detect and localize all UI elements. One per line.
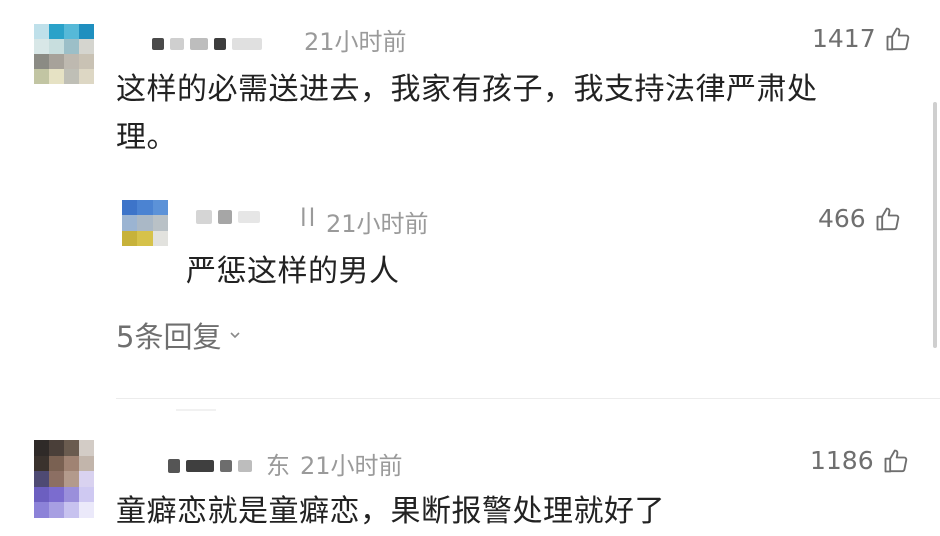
comment-2: 东 21小时前 1186 童癖恋就是童癖恋，果断报警处理就好了 <box>0 420 940 536</box>
reply-1: ll 21小时前 466 严惩这样的男人 <box>0 180 940 300</box>
chevron-down-icon <box>230 332 241 339</box>
thumbs-up-icon <box>886 27 909 50</box>
divider <box>176 409 216 411</box>
reply-prefix: ll <box>300 204 318 232</box>
like-count: 466 <box>818 204 866 233</box>
like-button[interactable]: 1186 <box>810 446 910 475</box>
thumbs-up-icon <box>876 207 899 230</box>
username-blurred[interactable] <box>152 30 262 58</box>
comment-1: 21小时前 1417 这样的必需送进去，我家有孩子，我支持法律严肃处 理。 <box>0 0 940 180</box>
like-count: 1186 <box>810 446 874 475</box>
comment-text-line-2: 理。 <box>116 120 177 155</box>
comment-text: 童癖恋就是童癖恋，果断报警处理就好了 <box>116 494 665 529</box>
like-button[interactable]: 1417 <box>812 24 912 53</box>
ip-location: 东 <box>266 452 290 480</box>
comment-time: 21小时前 <box>300 452 403 480</box>
reply-text: 严惩这样的男人 <box>186 254 400 289</box>
like-button[interactable]: 466 <box>818 204 902 233</box>
avatar[interactable] <box>34 440 94 518</box>
like-count: 1417 <box>812 24 876 53</box>
avatar[interactable] <box>122 200 168 246</box>
thumbs-up-icon <box>884 449 907 472</box>
scrollbar[interactable] <box>933 102 937 348</box>
username-blurred[interactable] <box>168 452 252 480</box>
divider <box>116 398 940 399</box>
view-replies-label: 5条回复 <box>116 320 222 354</box>
comment-text-line-1: 这样的必需送进去，我家有孩子，我支持法律严肃处 <box>116 72 818 107</box>
username-blurred[interactable] <box>196 203 260 231</box>
comment-time: 21小时前 <box>326 210 429 238</box>
avatar[interactable] <box>34 24 94 84</box>
view-replies-button[interactable]: 5条回复 <box>116 314 241 356</box>
comment-time: 21小时前 <box>304 28 407 56</box>
